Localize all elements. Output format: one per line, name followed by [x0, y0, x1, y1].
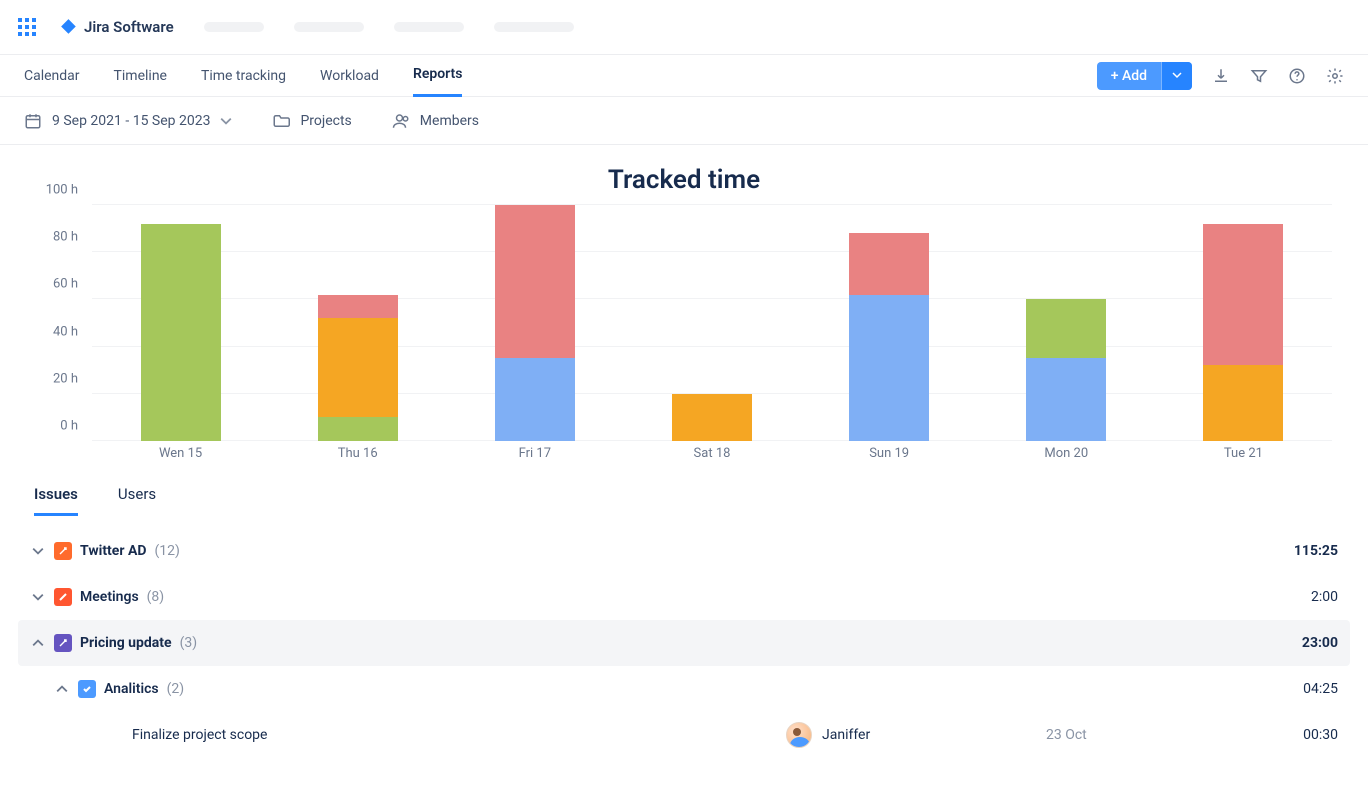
bar-segment [318, 417, 398, 441]
bar-column[interactable]: Tue 21 [1203, 224, 1283, 441]
tab-calendar[interactable]: Calendar [24, 55, 80, 97]
bar-column[interactable]: Thu 16 [318, 295, 398, 441]
add-button-label: + Add [1097, 62, 1161, 90]
bar-segment [318, 295, 398, 319]
folder-icon [272, 112, 290, 130]
bar-segment [141, 224, 221, 441]
chevron-down-icon[interactable] [22, 545, 54, 557]
issue-title: Pricing update(3) [80, 635, 197, 651]
chevron-down-icon[interactable] [22, 591, 54, 603]
chevron-down-icon [220, 115, 232, 127]
tab-workload[interactable]: Workload [320, 55, 379, 97]
x-tick: Wen 15 [141, 446, 221, 461]
chevron-up-icon[interactable] [46, 683, 78, 695]
jira-diamond-icon [60, 18, 78, 36]
y-tick: 20 h [36, 371, 86, 386]
bar-column[interactable]: Mon 20 [1026, 299, 1106, 441]
issue-type-icon [54, 542, 72, 560]
subtab-users[interactable]: Users [118, 485, 156, 516]
bar-segment [1026, 358, 1106, 441]
gear-icon[interactable] [1326, 67, 1344, 85]
issue-row[interactable]: Finalize project scope Janiffer23 Oct00:3… [18, 712, 1350, 758]
issue-row[interactable]: Analitics(2) 04:25 [18, 666, 1350, 712]
members-text: Members [420, 113, 479, 129]
add-button-caret[interactable] [1161, 62, 1192, 90]
app-switcher-icon[interactable] [18, 18, 36, 36]
x-tick: Sun 19 [849, 446, 929, 461]
projects-filter[interactable]: Projects [272, 112, 351, 130]
bar-segment [318, 318, 398, 417]
date-range-text: 9 Sep 2021 - 15 Sep 2023 [52, 113, 210, 129]
bar-column[interactable]: Sun 19 [849, 233, 929, 441]
bar-column[interactable]: Wen 15 [141, 224, 221, 441]
members-filter[interactable]: Members [392, 112, 479, 130]
bar-column[interactable]: Fri 17 [495, 205, 575, 441]
issue-time: 04:25 [1226, 681, 1346, 697]
y-tick: 100 h [36, 183, 86, 198]
bar-segment [1026, 299, 1106, 358]
issue-type-icon [54, 634, 72, 652]
tab-timeline[interactable]: Timeline [114, 55, 167, 97]
main-tabs: Calendar Timeline Time tracking Workload… [24, 55, 462, 97]
issue-time: 23:00 [1226, 635, 1346, 651]
issue-title: Finalize project scope [132, 727, 267, 743]
bar-segment [495, 358, 575, 441]
bar-segment [495, 205, 575, 358]
help-icon[interactable] [1288, 67, 1306, 85]
x-tick: Thu 16 [318, 446, 398, 461]
brand-text: Jira Software [84, 18, 174, 36]
issue-time: 115:25 [1226, 543, 1346, 559]
tab-reports[interactable]: Reports [413, 55, 463, 97]
issue-assignee: Janiffer [786, 722, 1046, 748]
calendar-icon [24, 112, 42, 130]
chevron-up-icon[interactable] [22, 637, 54, 649]
x-tick: Fri 17 [495, 446, 575, 461]
issue-row[interactable]: Pricing update(3) 23:00 [18, 620, 1350, 666]
x-tick: Tue 21 [1203, 446, 1283, 461]
add-button[interactable]: + Add [1097, 62, 1192, 90]
bar-segment [849, 233, 929, 294]
y-tick: 80 h [36, 230, 86, 245]
download-icon[interactable] [1212, 67, 1230, 85]
chevron-down-icon [1172, 70, 1182, 80]
avatar [786, 722, 812, 748]
bar-segment [849, 295, 929, 441]
topbar-placeholders [204, 22, 574, 32]
issue-title: Meetings(8) [80, 589, 164, 605]
issue-title: Twitter AD(12) [80, 543, 180, 559]
date-range-filter[interactable]: 9 Sep 2021 - 15 Sep 2023 [24, 112, 232, 130]
tab-time-tracking[interactable]: Time tracking [201, 55, 286, 97]
bar-segment [1203, 365, 1283, 441]
y-tick: 0 h [36, 419, 86, 434]
filter-icon[interactable] [1250, 67, 1268, 85]
jira-logo[interactable]: Jira Software [60, 18, 174, 36]
x-tick: Mon 20 [1026, 446, 1106, 461]
bar-segment [1203, 224, 1283, 366]
issue-date: 23 Oct [1046, 727, 1226, 743]
issue-type-icon [54, 588, 72, 606]
bar-segment [672, 394, 752, 441]
issue-type-icon [78, 680, 96, 698]
y-tick: 60 h [36, 277, 86, 292]
subtab-issues[interactable]: Issues [34, 485, 78, 516]
bar-column[interactable]: Sat 18 [672, 394, 752, 441]
issue-row[interactable]: Twitter AD(12) 115:25 [18, 528, 1350, 574]
members-icon [392, 112, 410, 130]
x-tick: Sat 18 [672, 446, 752, 461]
issue-row[interactable]: Meetings(8) 2:00 [18, 574, 1350, 620]
chart-title: Tracked time [0, 165, 1368, 195]
issue-title: Analitics(2) [104, 681, 184, 697]
y-tick: 40 h [36, 324, 86, 339]
issue-time: 2:00 [1226, 589, 1346, 605]
projects-text: Projects [300, 113, 351, 129]
tracked-time-chart: 0 h20 h40 h60 h80 h100 hWen 15Thu 16Fri … [0, 205, 1368, 465]
issue-time: 00:30 [1226, 727, 1346, 743]
